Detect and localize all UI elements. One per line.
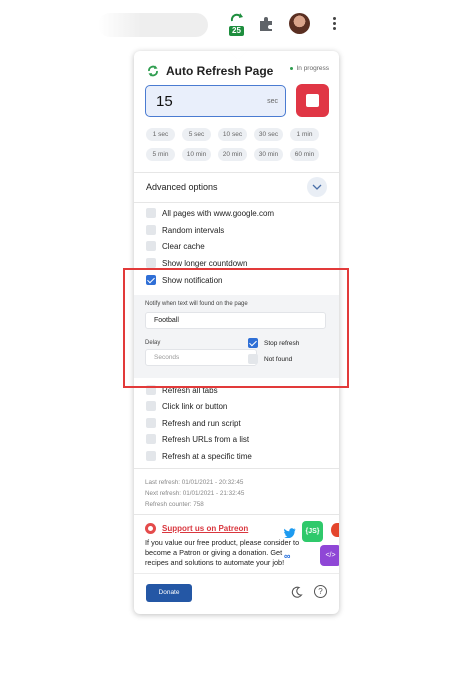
preset-button[interactable]: 5 min: [146, 148, 175, 161]
code-promo-badge[interactable]: </>: [320, 545, 339, 566]
option-clear-cache[interactable]: Clear cache: [146, 240, 205, 252]
refresh-counter: Refresh counter: 758: [145, 501, 204, 508]
stop-icon: [306, 94, 319, 107]
patreon-icon: [145, 523, 156, 534]
chevron-down-icon: [312, 184, 322, 190]
preset-button[interactable]: 1 min: [290, 128, 319, 141]
puzzle-icon[interactable]: [257, 15, 275, 33]
stop-button[interactable]: [296, 84, 329, 117]
help-icon[interactable]: ?: [314, 585, 327, 598]
status-text: In progress: [296, 65, 329, 72]
refresh-logo-icon: [148, 65, 158, 77]
preset-button[interactable]: 1 sec: [146, 128, 175, 141]
divider: [134, 468, 339, 469]
donate-button[interactable]: Donate: [146, 584, 192, 602]
preset-button[interactable]: 30 min: [254, 148, 283, 161]
interval-unit: sec: [267, 98, 278, 105]
promo-red-icon[interactable]: [331, 523, 339, 537]
checkbox[interactable]: [146, 225, 156, 235]
interval-value: 15: [156, 93, 173, 110]
patreon-text: If you value our free product, please co…: [145, 538, 300, 567]
divider: [134, 172, 339, 173]
kebab-menu-icon[interactable]: [330, 15, 338, 33]
popup-title: Auto Refresh Page: [166, 64, 274, 78]
highlight-annotation: [123, 268, 349, 388]
option-label: Clear cache: [162, 241, 205, 251]
option-label: Random intervals: [162, 225, 225, 235]
checkbox[interactable]: [146, 401, 156, 411]
option-label: Show longer countdown: [162, 258, 248, 268]
divider: [134, 514, 339, 515]
next-refresh: Next refresh: 01/01/2021 - 21:32:45: [145, 490, 245, 497]
option-urls-list[interactable]: Refresh URLs from a list: [146, 433, 249, 445]
interval-input[interactable]: 15 sec: [145, 85, 286, 117]
extension-badge: 25: [229, 26, 244, 36]
twitter-icon[interactable]: [284, 528, 296, 538]
last-refresh: Last refresh: 01/01/2021 - 20:32:45: [145, 479, 244, 486]
preset-button[interactable]: 60 min: [290, 148, 319, 161]
option-label: Refresh URLs from a list: [162, 434, 250, 444]
checkbox[interactable]: [146, 434, 156, 444]
preset-button[interactable]: 10 min: [182, 148, 211, 161]
address-bar[interactable]: [98, 13, 208, 37]
preset-grid: 1 sec 5 sec 10 sec 30 sec 1 min 5 min 10…: [146, 128, 328, 161]
checkbox[interactable]: [146, 208, 156, 218]
option-label: All pages with www.google.com: [162, 208, 275, 218]
option-run-script[interactable]: Refresh and run script: [146, 417, 241, 429]
status-dot-icon: [290, 66, 294, 70]
option-specific-time[interactable]: Refresh at a specific time: [146, 450, 252, 462]
checkbox[interactable]: [146, 451, 156, 461]
divider: [134, 573, 339, 574]
option-label: Refresh at a specific time: [162, 451, 252, 461]
option-label: Click link or button: [162, 401, 228, 411]
patreon-link[interactable]: Support us on Patreon: [162, 524, 248, 533]
js-promo-badge[interactable]: {JS}: [302, 521, 323, 542]
checkbox[interactable]: [146, 258, 156, 268]
preset-button[interactable]: 5 sec: [182, 128, 211, 141]
option-random-intervals[interactable]: Random intervals: [146, 224, 224, 236]
option-all-pages[interactable]: All pages with www.google.com: [146, 207, 274, 219]
meta-icon[interactable]: ∞: [284, 551, 290, 561]
checkbox[interactable]: [146, 241, 156, 251]
patreon-row: Support us on Patreon: [145, 523, 248, 534]
checkbox[interactable]: [146, 418, 156, 428]
avatar[interactable]: [289, 13, 310, 34]
advanced-options-title: Advanced options: [146, 182, 218, 192]
preset-button[interactable]: 10 sec: [218, 128, 247, 141]
option-label: Refresh and run script: [162, 418, 241, 428]
option-click-link[interactable]: Click link or button: [146, 400, 227, 412]
preset-button[interactable]: 30 sec: [254, 128, 283, 141]
status-indicator: In progress: [290, 65, 329, 72]
preset-button[interactable]: 20 min: [218, 148, 247, 161]
divider: [134, 202, 339, 203]
advanced-options-toggle[interactable]: [307, 177, 327, 197]
moon-icon[interactable]: [291, 586, 303, 598]
